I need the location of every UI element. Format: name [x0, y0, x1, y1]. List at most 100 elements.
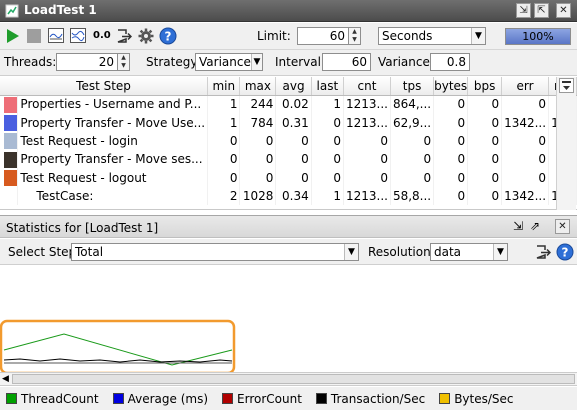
limit-label: Limit: — [257, 29, 291, 43]
cell-last: 0 — [311, 131, 344, 151]
cell-min: 0 — [207, 150, 241, 169]
threads-input[interactable]: 20 — [56, 53, 118, 71]
cell-cnt: 1213... — [343, 113, 391, 132]
cell-err: 1342... — [501, 186, 550, 206]
cell-cnt: 0 — [343, 131, 391, 151]
table-row[interactable]: Test Request - logout0000000000 — [0, 168, 577, 187]
strategy-value: Variance — [199, 55, 251, 69]
cell-last: 1 — [311, 186, 344, 206]
cell-cnt: 1213... — [343, 95, 391, 114]
zero-icon[interactable]: 0.0 — [93, 30, 111, 41]
row-color-swatch — [0, 131, 19, 151]
cell-bytes: 0 — [433, 131, 469, 151]
cell-bps: 0 — [467, 113, 503, 132]
cell-bps: 0 — [467, 150, 503, 169]
statistics-panel-header: Statistics for [LoadTest 1] ⇲ ⇗ ✕ — [0, 215, 577, 238]
column-header[interactable]: tps — [390, 77, 435, 96]
legend-item: Bytes/Sec — [439, 392, 514, 406]
select-step-dropdown[interactable]: Total ▼ — [71, 243, 359, 261]
column-header[interactable]: bps — [467, 77, 503, 96]
cell-last: 0 — [311, 150, 344, 169]
scroll-left-icon[interactable]: ◀ — [2, 374, 9, 384]
column-header[interactable]: avg — [275, 77, 312, 96]
graph-scrollbar[interactable]: ◀ — [0, 372, 577, 386]
resolution-value: data — [434, 245, 462, 259]
legend-item: Transaction/Sec — [315, 392, 425, 406]
cell-last: 0 — [311, 113, 344, 132]
export-icon[interactable] — [116, 28, 133, 47]
test-step-name: Properties - Username and P... — [17, 95, 209, 114]
interval-input[interactable]: 60 — [322, 53, 371, 71]
cell-last: 0 — [311, 168, 344, 187]
variance-input[interactable]: 0.8 — [430, 53, 470, 71]
cell-avg: 0.31 — [275, 113, 312, 132]
cell-min: 0 — [207, 168, 241, 187]
legend-label: ErrorCount — [237, 391, 302, 406]
detach-icon[interactable]: ⇱ — [534, 3, 549, 18]
limit-stepper[interactable]: ▲ ▼ — [349, 27, 361, 45]
cell-avg: 0 — [275, 150, 312, 169]
maximize-icon[interactable]: ⇗ — [530, 219, 540, 233]
legend-swatch — [6, 393, 17, 404]
table-row[interactable]: TestCase: 2 1028 0.34 1 1213... 58,8... 0 0 1342.… — [0, 186, 577, 206]
export-icon[interactable] — [535, 244, 552, 263]
statistics-graph-icon[interactable] — [70, 28, 86, 46]
test-step-name: Test Request - logout — [17, 168, 209, 187]
close-icon[interactable]: ✕ — [556, 3, 571, 18]
table-row[interactable]: Property Transfer - Move Use... 1 784 0.31 0… — [0, 113, 577, 132]
cell-cnt: 1213... — [343, 186, 391, 206]
limit-unit-select[interactable]: Seconds ▼ — [378, 27, 486, 45]
column-header[interactable]: max — [239, 77, 277, 96]
restore-icon[interactable]: ⇲ — [513, 219, 523, 233]
legend-swatch — [222, 393, 234, 404]
statistics-graph — [0, 266, 577, 372]
cell-min: 1 — [207, 95, 241, 114]
legend-label: Average (ms) — [127, 391, 209, 406]
column-header[interactable]: last — [311, 77, 344, 96]
cell-err: 0 — [501, 131, 550, 151]
column-header[interactable]: Test Step — [0, 77, 209, 96]
cell-bytes: 0 — [433, 150, 469, 169]
cell-avg: 0.02 — [275, 95, 312, 114]
column-header[interactable]: min — [207, 77, 241, 96]
resolution-select[interactable]: data ▼ — [430, 243, 508, 261]
gear-icon[interactable] — [138, 28, 154, 47]
progress-bar: 100% — [505, 28, 571, 45]
cell-bytes: 0 — [433, 113, 469, 132]
chevron-down-icon: ▼ — [471, 28, 485, 44]
column-header[interactable]: bytes — [433, 77, 469, 96]
options-bar: Threads: 20 ▲ ▼ Strategy Variance ▼ Inter… — [0, 50, 577, 76]
cell-max: 784 — [239, 113, 277, 132]
strategy-select[interactable]: Variance ▼ — [195, 53, 263, 71]
restore-icon[interactable]: ⇲ — [516, 3, 531, 18]
stop-icon[interactable] — [27, 29, 41, 43]
table-row[interactable]: Properties - Username and P... 1 244 0.02 1 1… — [0, 95, 577, 114]
limit-input[interactable]: 60 — [297, 27, 349, 45]
column-header[interactable]: cnt — [343, 77, 391, 96]
column-header[interactable]: err — [501, 77, 550, 96]
legend-item: ThreadCount — [6, 392, 99, 406]
cell-bps: 0 — [467, 168, 503, 187]
table-scrollbar[interactable] — [556, 77, 576, 210]
cell-tps: 864,... — [390, 95, 435, 114]
cell-tps: 0 — [390, 131, 435, 151]
scroll-thumb[interactable] — [12, 374, 575, 384]
cell-bytes: 0 — [433, 95, 469, 114]
table-row[interactable]: Test Request - login0000000000 — [0, 131, 577, 151]
graph-icon[interactable] — [48, 28, 64, 46]
test-step-name: Property Transfer - Move ses... — [17, 150, 209, 169]
chevron-down-icon: ▼ — [250, 54, 262, 70]
table-row[interactable]: Property Transfer - Move ses... 0 0 0 0 0 0 0 0 0… — [0, 150, 577, 169]
legend-label: ThreadCount — [21, 391, 99, 406]
column-chooser-icon[interactable] — [559, 78, 574, 93]
close-icon[interactable]: ✕ — [555, 219, 570, 234]
help-icon[interactable]: ? — [556, 243, 574, 264]
legend-swatch — [439, 393, 451, 404]
cell-bytes: 0 — [433, 168, 469, 187]
play-icon[interactable] — [6, 28, 20, 47]
help-icon[interactable]: ? — [159, 27, 177, 48]
legend-item: Average (ms) — [112, 391, 209, 406]
threads-stepper[interactable]: ▲ ▼ — [118, 53, 130, 71]
statistics-controls: Select Step: Total ▼ Resolution: data ▼ … — [0, 239, 577, 265]
cell-bps: 0 — [467, 186, 503, 206]
